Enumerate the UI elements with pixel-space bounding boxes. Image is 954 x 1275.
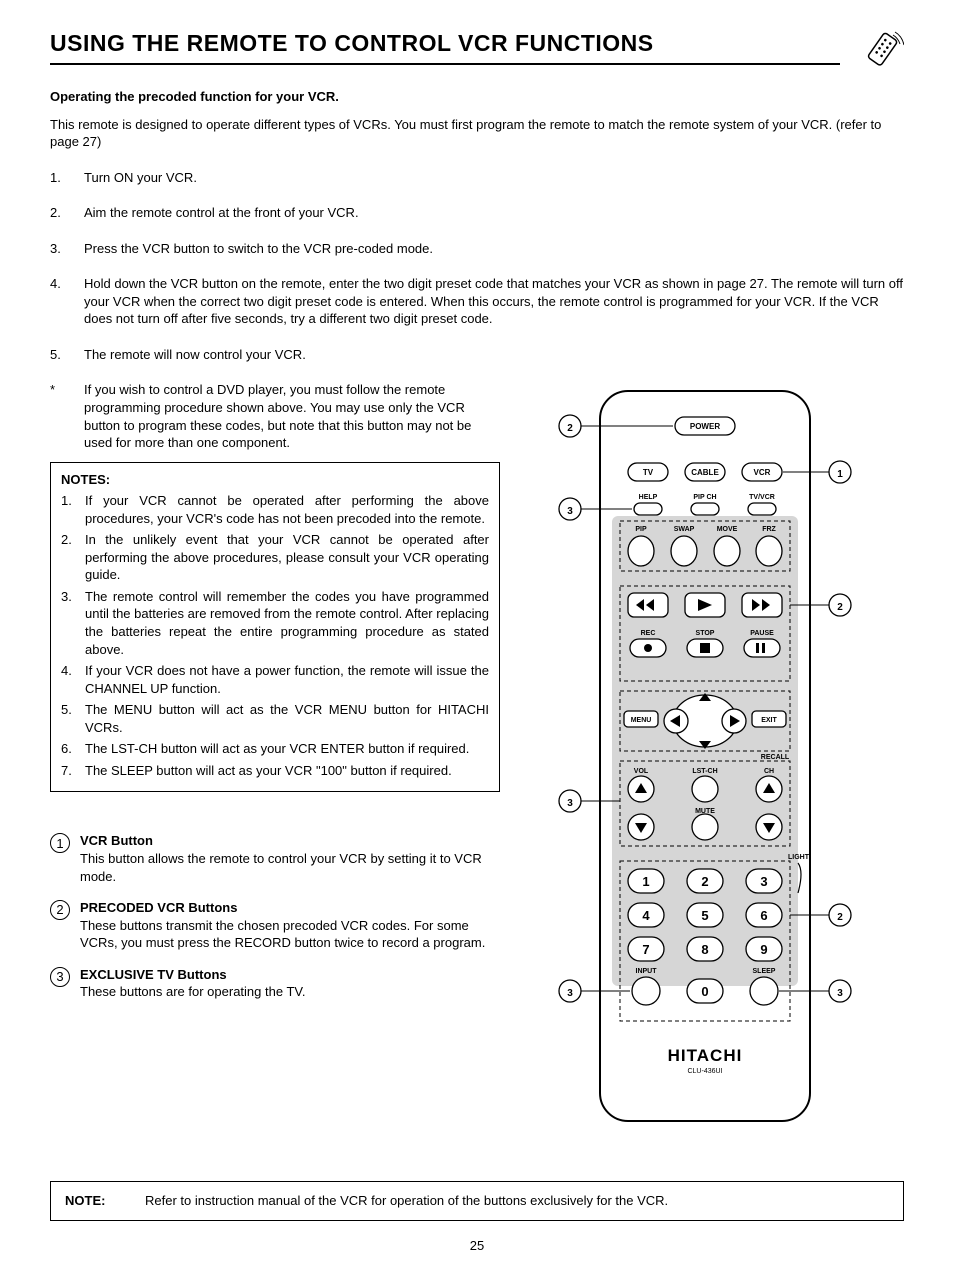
svg-text:INPUT: INPUT — [636, 968, 658, 975]
page-number: 25 — [50, 1237, 904, 1255]
svg-text:CH: CH — [764, 768, 774, 775]
step-text: The remote will now control your VCR. — [84, 346, 904, 364]
svg-text:PIP CH: PIP CH — [693, 494, 716, 501]
note-text: If your VCR cannot be operated after per… — [85, 492, 489, 527]
callout-circle-1: 1 — [50, 833, 70, 853]
svg-text:VOL: VOL — [634, 768, 649, 775]
svg-text:0: 0 — [701, 984, 708, 999]
note-label: NOTE: — [65, 1192, 145, 1210]
step-number: 2. — [50, 204, 84, 222]
note-text: Refer to instruction manual of the VCR f… — [145, 1192, 668, 1210]
callout-circle-3: 3 — [50, 967, 70, 987]
intro-heading: Operating the precoded function for your… — [50, 88, 904, 106]
svg-text:3: 3 — [760, 874, 767, 889]
svg-text:3: 3 — [567, 798, 573, 809]
remote-diagram: POWER TV CABLE VCR HELP PIP CH TV/VCR PI… — [540, 381, 860, 1141]
svg-text:9: 9 — [760, 942, 767, 957]
note-number: 1. — [61, 492, 85, 527]
svg-text:CABLE: CABLE — [691, 468, 719, 477]
svg-text:VCR: VCR — [754, 468, 771, 477]
note-text: In the unlikely event that your VCR cann… — [85, 531, 489, 584]
svg-text:SLEEP: SLEEP — [753, 968, 776, 975]
callout-title: EXCLUSIVE TV Buttons — [80, 966, 305, 984]
note-number: 2. — [61, 531, 85, 584]
note-number: 5. — [61, 701, 85, 736]
step-text: If you wish to control a DVD player, you… — [84, 381, 500, 451]
step-number: 3. — [50, 240, 84, 258]
svg-text:4: 4 — [642, 908, 650, 923]
remote-icon — [860, 28, 904, 72]
svg-text:1: 1 — [837, 469, 843, 480]
svg-text:2: 2 — [837, 912, 843, 923]
callout-circle-2: 2 — [50, 900, 70, 920]
svg-text:TV/VCR: TV/VCR — [749, 494, 775, 501]
svg-text:3: 3 — [567, 988, 573, 999]
step-text: Hold down the VCR button on the remote, … — [84, 275, 904, 328]
step-number: 4. — [50, 275, 84, 328]
steps-list: 1.Turn ON your VCR. 2.Aim the remote con… — [50, 169, 904, 364]
callout: 2 PRECODED VCR Buttons These buttons tra… — [50, 899, 500, 952]
svg-text:8: 8 — [701, 942, 708, 957]
note-text: The MENU button will act as the VCR MENU… — [85, 701, 489, 736]
step-number: 1. — [50, 169, 84, 187]
svg-text:SWAP: SWAP — [674, 526, 695, 533]
svg-text:5: 5 — [701, 908, 708, 923]
note-text: The LST-CH button will act as your VCR E… — [85, 740, 489, 758]
svg-text:2: 2 — [567, 423, 573, 434]
notes-box: NOTES: 1.If your VCR cannot be operated … — [50, 462, 500, 793]
svg-text:MOVE: MOVE — [717, 526, 738, 533]
svg-text:FRZ: FRZ — [762, 526, 776, 533]
callout: 1 VCR Button This button allows the remo… — [50, 832, 500, 885]
note-text: The remote control will remember the cod… — [85, 588, 489, 658]
svg-text:RECALL: RECALL — [761, 754, 790, 761]
svg-text:LST-CH: LST-CH — [692, 768, 717, 775]
callout-title: VCR Button — [80, 832, 500, 850]
svg-text:STOP: STOP — [696, 630, 715, 637]
note-number: 7. — [61, 762, 85, 780]
step-number: * — [50, 381, 84, 451]
note-number: 3. — [61, 588, 85, 658]
bottom-note: NOTE: Refer to instruction manual of the… — [50, 1181, 904, 1221]
notes-heading: NOTES: — [61, 471, 489, 489]
svg-text:2: 2 — [837, 602, 843, 613]
svg-text:6: 6 — [760, 908, 767, 923]
svg-text:7: 7 — [642, 942, 649, 957]
svg-text:HITACHI: HITACHI — [668, 1046, 743, 1065]
step-number: 5. — [50, 346, 84, 364]
svg-text:MENU: MENU — [631, 717, 652, 724]
step-text: Press the VCR button to switch to the VC… — [84, 240, 904, 258]
callout-body: These buttons are for operating the TV. — [80, 983, 305, 1001]
step-text: Turn ON your VCR. — [84, 169, 904, 187]
step-text: Aim the remote control at the front of y… — [84, 204, 904, 222]
callout-title: PRECODED VCR Buttons — [80, 899, 500, 917]
svg-text:2: 2 — [701, 874, 708, 889]
svg-text:POWER: POWER — [690, 422, 720, 431]
page-title: USING THE REMOTE TO CONTROL VCR FUNCTION… — [50, 28, 840, 65]
intro-paragraph: This remote is designed to operate diffe… — [50, 116, 904, 151]
note-number: 6. — [61, 740, 85, 758]
svg-text:PIP: PIP — [635, 526, 647, 533]
note-text: If your VCR does not have a power functi… — [85, 662, 489, 697]
note-number: 4. — [61, 662, 85, 697]
callout-body: These buttons transmit the chosen precod… — [80, 917, 500, 952]
callout: 3 EXCLUSIVE TV Buttons These buttons are… — [50, 966, 500, 1001]
svg-text:HELP: HELP — [639, 494, 658, 501]
note-text: The SLEEP button will act as your VCR "1… — [85, 762, 489, 780]
svg-text:TV: TV — [643, 468, 654, 477]
callout-body: This button allows the remote to control… — [80, 850, 500, 885]
svg-text:3: 3 — [837, 988, 843, 999]
svg-text:LIGHT: LIGHT — [788, 854, 810, 861]
svg-text:1: 1 — [642, 874, 649, 889]
svg-text:CLU-436UI: CLU-436UI — [687, 1068, 722, 1075]
svg-text:EXIT: EXIT — [761, 717, 777, 724]
svg-text:REC: REC — [641, 630, 656, 637]
svg-text:PAUSE: PAUSE — [750, 630, 774, 637]
svg-text:3: 3 — [567, 506, 573, 517]
